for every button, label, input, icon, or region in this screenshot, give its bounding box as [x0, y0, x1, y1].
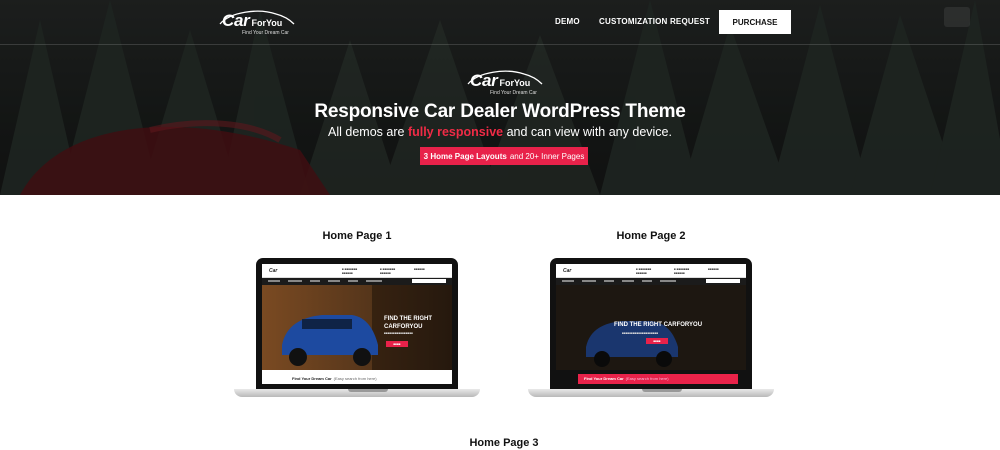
layouts-badge: 3 Home Page Layouts and 20+ Inner Pages — [420, 147, 588, 165]
car-outline-icon — [467, 70, 543, 85]
preview-header: Car ■ ■■■■■■■ ■■■■■■ ■ ■■■■■■■ ■■■■■■ ■■■■… — [262, 264, 452, 278]
preview-button: ■■■■ — [646, 338, 668, 344]
demo-label-3: Home Page 3 — [469, 437, 539, 449]
top-navbar: Car ForYou Find Your Dream Car DEMO CUST… — [0, 0, 1000, 45]
preview-footer-rest: (Easy search from here) — [625, 376, 669, 381]
hero-subtitle: All demos are fully responsive and can v… — [0, 125, 1000, 139]
subtitle-text: All demos are — [328, 125, 408, 139]
preview-headline: FIND THE RIGHT CARFORYOU — [384, 316, 432, 330]
logo-tagline: Find Your Dream Car — [490, 90, 537, 96]
hero-title: Responsive Car Dealer WordPress Theme — [314, 101, 686, 122]
demo-label-1: Home Page 1 — [322, 230, 392, 242]
preview-social: ■■■■■■ — [708, 267, 719, 271]
menu-toggle[interactable] — [944, 7, 970, 27]
nav-demo-link[interactable]: DEMO — [555, 17, 580, 26]
hero-logo: Car ForYou Find Your Dream Car — [467, 70, 543, 96]
preview-contact: ■ ■■■■■■■ ■■■■■■ — [380, 267, 396, 276]
preview-logo: Car — [269, 268, 278, 274]
preview-logo: Car — [563, 268, 572, 274]
preview-tagline: ■■■■■■■■■■■■■■■■■■■■ — [622, 331, 659, 335]
preview-social: ■■■■■■ — [414, 267, 425, 271]
preview-footer-rest: (Easy search from here) — [333, 376, 377, 381]
subtitle-highlight: fully responsive — [407, 125, 504, 139]
preview-headline: FIND THE RIGHT CARFORYOU — [613, 322, 703, 328]
preview-footer-bold: Find Your Dream Car — [292, 376, 332, 381]
purchase-button[interactable]: PURCHASE — [719, 10, 791, 34]
preview-footer-bold: Find Your Dream Car — [584, 376, 624, 381]
subtitle-text: and can view with any device. — [503, 125, 672, 139]
car-outline-icon — [219, 10, 295, 25]
badge-bold-text: 3 Home Page Layouts — [423, 151, 507, 161]
preview-button: ■■■■ — [386, 341, 408, 347]
hero-banner: Car ForYou Find Your Dream Car DEMO CUST… — [0, 0, 1000, 195]
badge-text: and 20+ Inner Pages — [509, 151, 585, 161]
preview-footer: Find Your Dream Car (Easy search from her… — [584, 376, 669, 381]
preview-footer: Find Your Dream Car (Easy search from her… — [292, 376, 377, 381]
logo-tagline: Find Your Dream Car — [242, 30, 289, 36]
preview-contact: ■ ■■■■■■■ ■■■■■■ — [636, 267, 652, 276]
preview-contact: ■ ■■■■■■■ ■■■■■■ — [342, 267, 358, 276]
preview-nav — [262, 278, 452, 285]
preview-contact: ■ ■■■■■■■ ■■■■■■ — [674, 267, 690, 276]
demo-label-2: Home Page 2 — [616, 230, 686, 242]
laptop-notch — [348, 389, 388, 392]
laptop-notch — [642, 389, 682, 392]
preview-header: Car ■ ■■■■■■■ ■■■■■■ ■ ■■■■■■■ ■■■■■■ ■■■■… — [556, 264, 746, 278]
nav-customization-link[interactable]: CUSTOMIZATION REQUEST — [599, 17, 710, 26]
preview-tagline: ■■■■■■■■■■■■■■■■ — [384, 331, 413, 335]
screen-preview-1: Car ■ ■■■■■■■ ■■■■■■ ■ ■■■■■■■ ■■■■■■ ■■■■… — [262, 264, 452, 384]
screen-preview-2: Car ■ ■■■■■■■ ■■■■■■ ■ ■■■■■■■ ■■■■■■ ■■■■… — [556, 264, 746, 384]
site-logo[interactable]: Car ForYou Find Your Dream Car — [219, 10, 295, 36]
preview-nav — [556, 278, 746, 285]
